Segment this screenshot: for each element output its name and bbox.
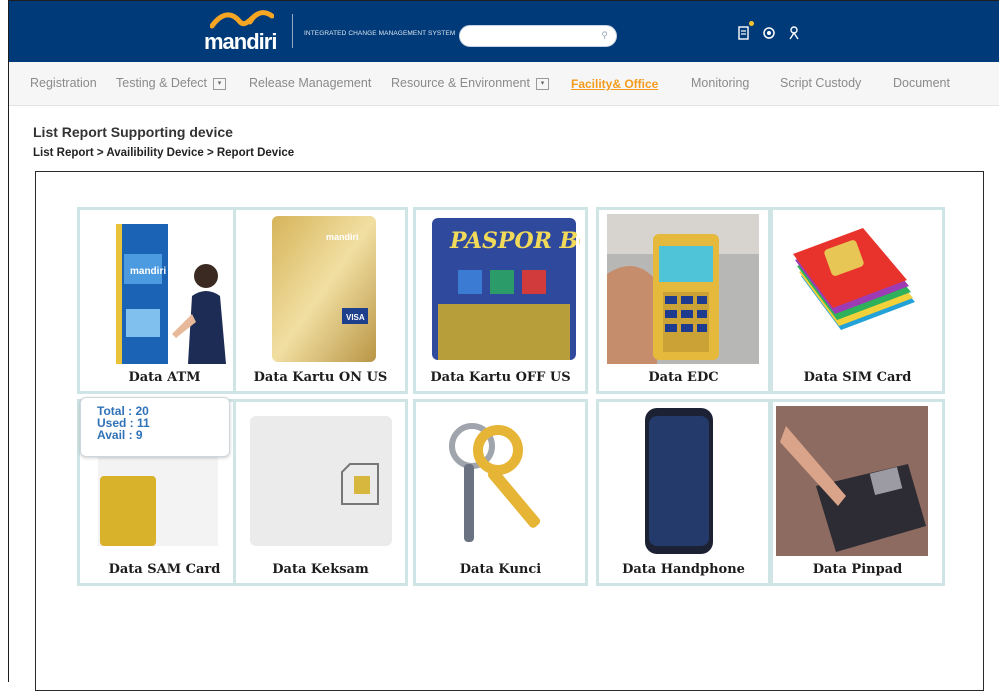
chevron-down-icon[interactable]: ▾ bbox=[213, 77, 227, 90]
device-tile-kartu-on-us[interactable]: mandiri VISA Data Kartu ON US bbox=[233, 207, 408, 394]
device-tile-keksam[interactable]: Data Keksam bbox=[233, 399, 408, 586]
device-label: Data Handphone bbox=[622, 562, 745, 577]
device-label: Data Kartu ON US bbox=[253, 370, 388, 385]
device-tile-handphone[interactable]: Data Handphone bbox=[596, 399, 771, 586]
device-label: Data Keksam bbox=[272, 562, 369, 577]
atm-image: mandiri bbox=[88, 214, 240, 364]
nav-testing-defect[interactable]: Testing & Defect ▾ bbox=[116, 76, 227, 90]
device-label: Data SAM Card bbox=[108, 562, 221, 577]
page-title: List Report Supporting device bbox=[33, 124, 233, 140]
search-icon[interactable]: ⚲ bbox=[601, 30, 608, 41]
system-title: INTEGRATED CHANGE MANAGEMENT SYSTEM bbox=[304, 30, 456, 37]
device-tile-edc[interactable]: Data EDC bbox=[596, 207, 771, 394]
report-icon[interactable] bbox=[738, 26, 750, 43]
nav-registration[interactable]: Registration bbox=[30, 76, 97, 90]
nav-facility-office[interactable]: Facility& Office bbox=[571, 77, 658, 91]
breadcrumb: List Report > Availibility Device > Repo… bbox=[33, 147, 295, 159]
brand-name: mandiri bbox=[204, 29, 277, 54]
keksam-card-image bbox=[246, 406, 398, 556]
availability-tooltip: Total : 20 Used : 11 Avail : 9 bbox=[80, 397, 230, 457]
user-icon[interactable] bbox=[788, 26, 800, 43]
device-tile-kunci[interactable]: Data Kunci bbox=[413, 399, 588, 586]
device-label: Data SIM Card bbox=[803, 370, 912, 385]
device-tile-pinpad[interactable]: Data Pinpad bbox=[770, 399, 945, 586]
svg-text:PASPOR BCA: PASPOR BCA bbox=[449, 228, 580, 254]
nav-document[interactable]: Document bbox=[893, 76, 950, 90]
chevron-down-icon[interactable]: ▾ bbox=[535, 77, 549, 90]
nav-monitoring[interactable]: Monitoring bbox=[691, 76, 749, 90]
logo-wave-icon bbox=[210, 10, 274, 29]
header-divider bbox=[292, 14, 293, 48]
sim-cards-image bbox=[781, 214, 933, 364]
device-label: Data Kunci bbox=[459, 562, 542, 577]
nav-resource-label: Resource & Environment bbox=[391, 76, 530, 90]
nav-release-management[interactable]: Release Management bbox=[249, 76, 371, 90]
nav-resource-environment[interactable]: Resource & Environment ▾ bbox=[391, 76, 549, 90]
nav-script-custody[interactable]: Script Custody bbox=[780, 76, 861, 90]
device-tile-kartu-off-us[interactable]: PASPOR BCA Data Kartu OFF US bbox=[413, 207, 588, 394]
smartphone-image bbox=[641, 406, 717, 556]
svg-text:mandiri: mandiri bbox=[326, 232, 359, 242]
main-nav: Registration Testing & Defect ▾ Release M… bbox=[9, 62, 999, 106]
keys-image bbox=[428, 406, 580, 556]
nav-testing-defect-label: Testing & Defect bbox=[116, 76, 208, 90]
svg-text:VISA: VISA bbox=[346, 313, 365, 322]
gold-card-image: mandiri VISA bbox=[266, 214, 384, 364]
mandiri-logo[interactable]: mandiri bbox=[204, 8, 284, 54]
bca-passport-card-image: PASPOR BCA bbox=[428, 214, 580, 364]
edc-terminal-image bbox=[607, 214, 759, 364]
header-icons bbox=[738, 26, 800, 43]
device-tile-sim-card[interactable]: Data SIM Card bbox=[770, 207, 945, 394]
device-label: Data Kartu OFF US bbox=[430, 370, 571, 385]
device-label: Data Pinpad bbox=[812, 562, 903, 577]
pinpad-image bbox=[776, 406, 928, 556]
device-label: Data ATM bbox=[128, 370, 201, 385]
tooltip-avail: Avail : 9 bbox=[97, 428, 143, 442]
device-tile-atm[interactable]: mandiri Data ATM bbox=[77, 207, 252, 394]
search-input[interactable]: ⚲ bbox=[459, 25, 617, 47]
svg-text:mandiri: mandiri bbox=[130, 266, 166, 277]
device-label: Data EDC bbox=[648, 370, 719, 385]
settings-icon[interactable] bbox=[762, 26, 776, 43]
